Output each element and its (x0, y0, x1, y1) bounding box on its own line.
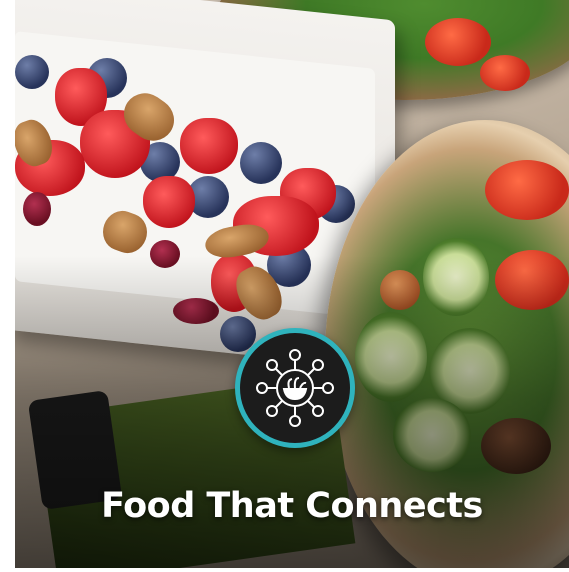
card-title: Food That Connects (101, 486, 483, 526)
food-connects-badge (235, 328, 355, 448)
shade-overlay (15, 0, 569, 568)
feature-card[interactable]: Food That Connects (15, 0, 569, 568)
food-network-icon (256, 349, 334, 427)
